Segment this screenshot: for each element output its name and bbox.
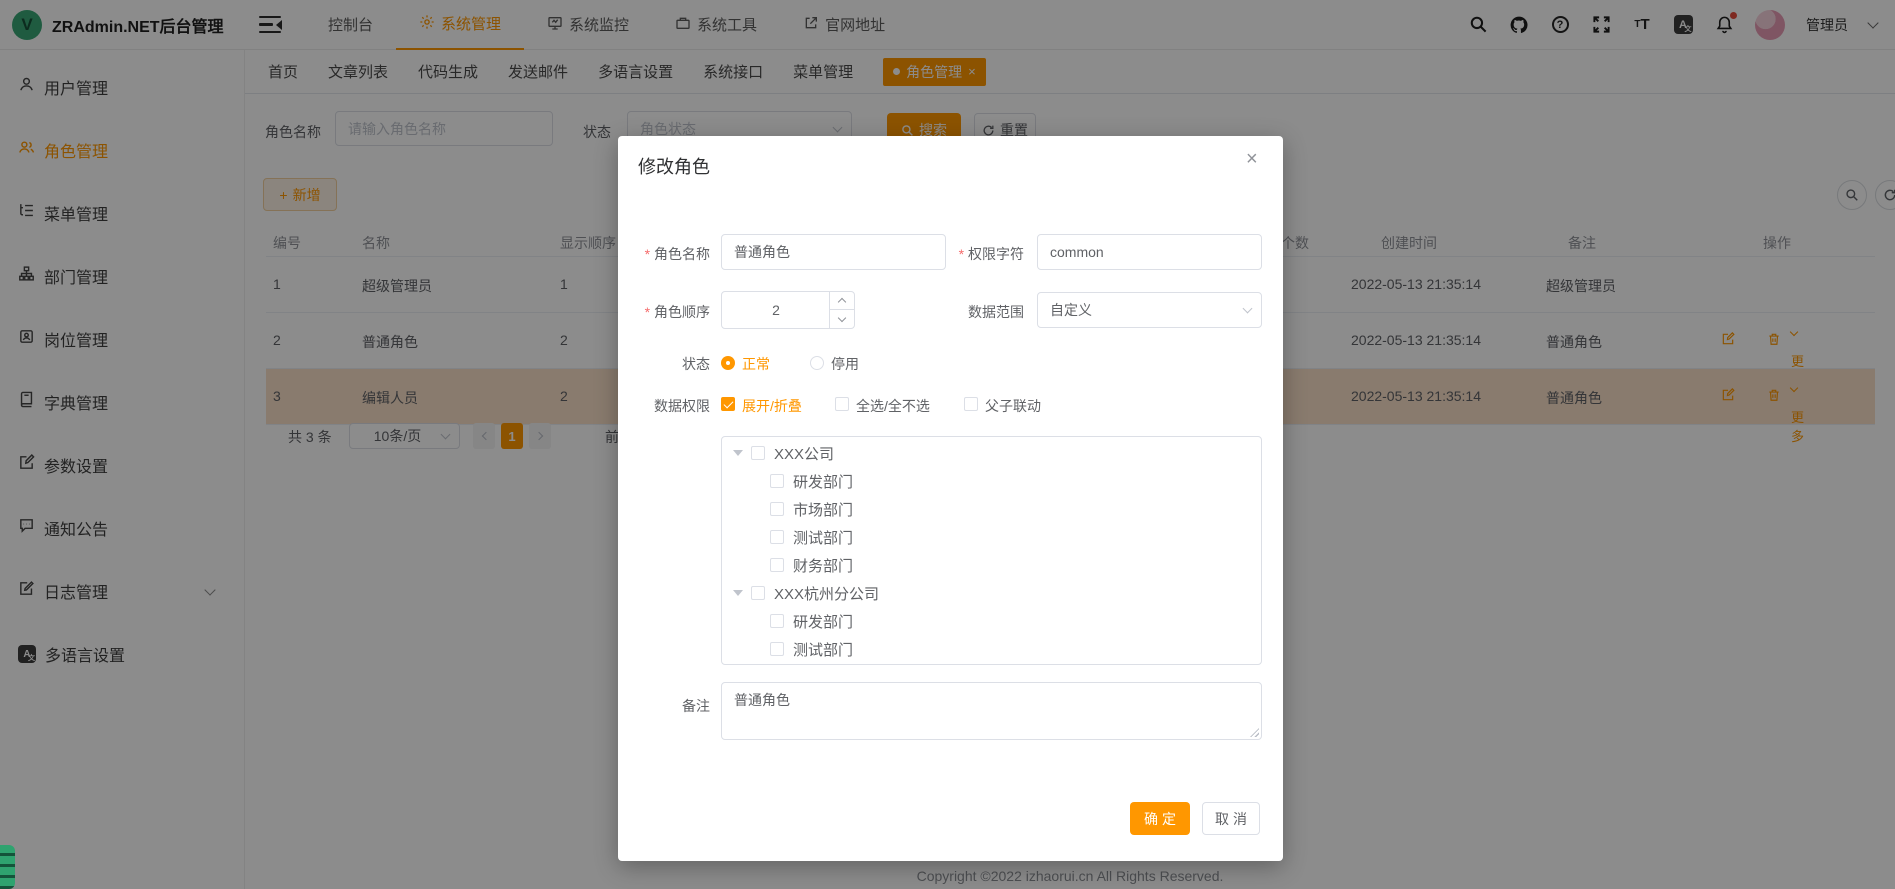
cancel-button[interactable]: 取消 — [1202, 802, 1260, 835]
chevron-down-icon — [1243, 304, 1253, 314]
tree-checkbox[interactable] — [751, 586, 765, 600]
tree-node-label: XXX杭州分公司 — [774, 583, 879, 604]
dialog-title: 修改角色 — [638, 153, 710, 179]
stepper-down-button[interactable] — [830, 310, 854, 328]
tree-node-company[interactable]: XXX公司 — [722, 439, 1261, 467]
remark-textarea[interactable]: 普通角色 — [721, 682, 1262, 740]
tree-node-label: XXX公司 — [774, 443, 834, 464]
role-sort-label: 角色顺序 — [618, 302, 710, 322]
data-perm-label: 数据权限 — [618, 396, 710, 416]
tree-caret-icon[interactable] — [733, 450, 743, 456]
data-scope-select[interactable]: 自定义 — [1037, 292, 1262, 328]
status-normal-radio[interactable] — [721, 356, 735, 370]
status-normal-label[interactable]: 正常 — [742, 354, 770, 374]
tree-node-label: 研发部门 — [793, 471, 853, 492]
tree-checkbox[interactable] — [770, 642, 784, 656]
tree-node-dept[interactable]: 测试部门 — [722, 523, 1261, 551]
expand-collapse-checkbox[interactable] — [721, 397, 735, 411]
tree-checkbox[interactable] — [770, 502, 784, 516]
tree-node-branch-company[interactable]: XXX杭州分公司 — [722, 579, 1261, 607]
tree-node-label: 研发部门 — [793, 611, 853, 632]
role-name-input[interactable] — [721, 234, 946, 270]
tree-checkbox[interactable] — [770, 474, 784, 488]
parent-child-link-checkbox[interactable] — [964, 397, 978, 411]
tree-node-label: 财务部门 — [793, 555, 853, 576]
tree-node-dept[interactable]: 研发部门 — [722, 467, 1261, 495]
role-sort-input[interactable] — [722, 292, 830, 328]
tree-checkbox[interactable] — [751, 446, 765, 460]
floating-chat-widget[interactable] — [0, 845, 15, 889]
tree-node-label: 测试部门 — [793, 639, 853, 660]
stepper-up-button[interactable] — [830, 292, 854, 310]
tree-checkbox[interactable] — [770, 530, 784, 544]
department-tree: XXX公司 研发部门 市场部门 测试部门 财务部门 XXX杭州分公司 研发部门 — [721, 436, 1262, 665]
status-label: 状态 — [618, 354, 710, 374]
data-scope-value: 自定义 — [1050, 300, 1092, 320]
tree-node-label: 市场部门 — [793, 499, 853, 520]
tree-node-dept[interactable]: 市场部门 — [722, 495, 1261, 523]
tree-node-dept[interactable]: 测试部门 — [722, 635, 1261, 663]
data-scope-label: 数据范围 — [918, 302, 1024, 322]
status-disabled-radio[interactable] — [810, 356, 824, 370]
parent-child-link-label[interactable]: 父子联动 — [985, 396, 1041, 416]
tree-node-dept[interactable]: 财务部门 — [722, 551, 1261, 579]
tree-node-dept[interactable]: 研发部门 — [722, 607, 1261, 635]
tree-node-label: 测试部门 — [793, 527, 853, 548]
role-name-label: 角色名称 — [618, 244, 710, 264]
role-sort-stepper — [721, 291, 855, 329]
role-key-input[interactable] — [1037, 234, 1262, 270]
tree-caret-icon[interactable] — [733, 590, 743, 596]
tree-checkbox[interactable] — [770, 614, 784, 628]
status-disabled-label[interactable]: 停用 — [831, 354, 859, 374]
select-all-label[interactable]: 全选/全不选 — [856, 396, 930, 416]
confirm-button[interactable]: 确定 — [1130, 802, 1190, 835]
select-all-checkbox[interactable] — [835, 397, 849, 411]
tree-checkbox[interactable] — [770, 558, 784, 572]
close-dialog-icon[interactable]: × — [1246, 148, 1258, 171]
role-key-label: 权限字符 — [918, 244, 1024, 264]
remark-label: 备注 — [618, 696, 710, 716]
edit-role-dialog: 修改角色 × 角色名称 权限字符 角色顺序 数据范围 自定义 状态 正常 停用 … — [618, 136, 1283, 861]
expand-collapse-label[interactable]: 展开/折叠 — [742, 396, 802, 416]
